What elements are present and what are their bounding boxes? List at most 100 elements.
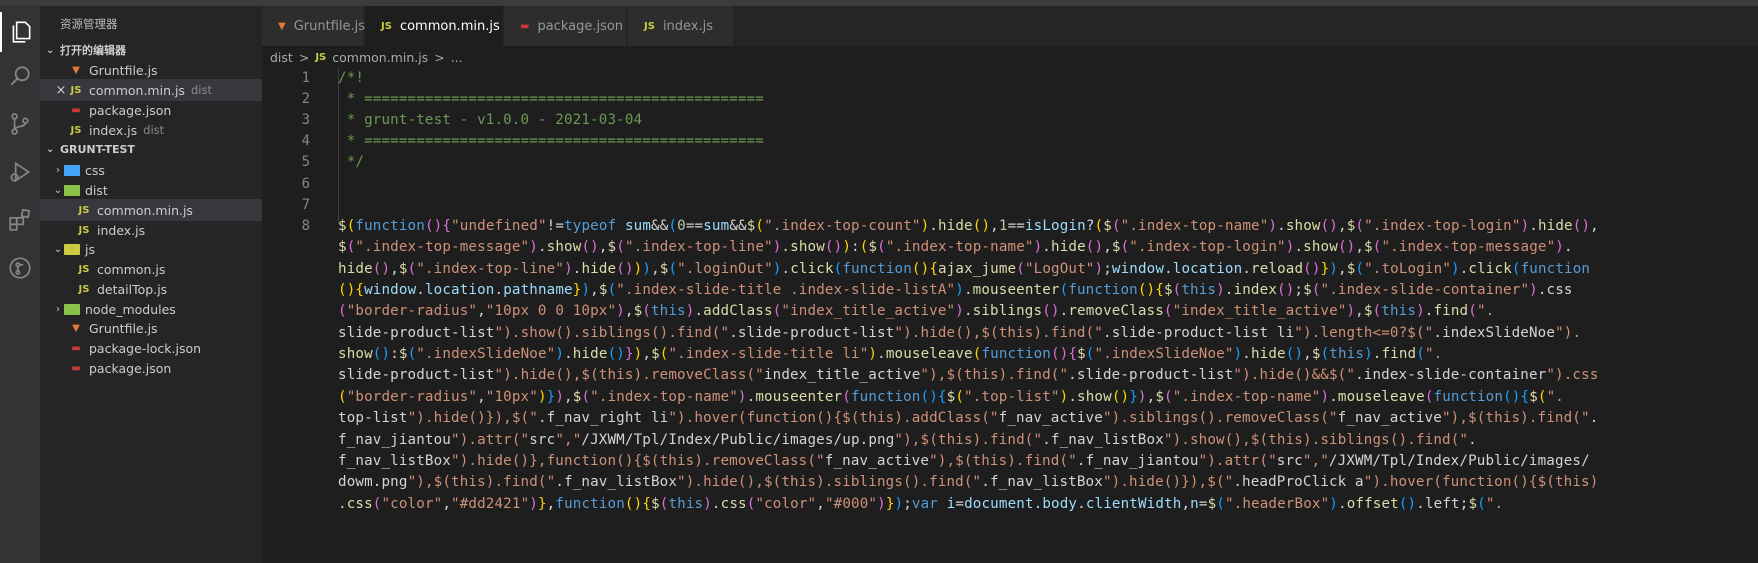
chevron-right-icon: › [56,303,60,315]
tree-item-label: css [85,162,105,178]
breadcrumb-file[interactable]: common.min.js [332,50,428,65]
breadcrumb-more[interactable]: ... [451,50,463,65]
line-number: 3 [301,112,310,128]
grunt-icon: ▼ [72,322,80,334]
breadcrumb-separator: > [298,49,310,65]
tab-label: common.min.js [399,18,500,34]
code-editor[interactable]: /*! * ==================================… [338,68,1758,563]
tab-gruntfile[interactable]: ▼ Gruntfile.js [262,6,366,46]
source-control-icon[interactable] [0,104,40,144]
grunt-icon: ▼ [72,64,80,76]
code-line: hide(),$(".index-top-line").hide())),$("… [338,260,1591,277]
code-line: ("border-radius","10px")}),$(".index-top… [338,388,1564,405]
tree-item-label: index.js [97,222,146,238]
open-editor-label: Gruntfile.js [89,62,158,78]
js-icon: JS [78,204,90,216]
open-editors-label: 打开的编辑器 [60,44,126,57]
json-icon: ▬ [71,362,81,374]
tab-label: Gruntfile.js [293,18,366,34]
sidebar-title: 资源管理器 [60,17,118,31]
chevron-down-icon: ⌄ [46,143,55,155]
breadcrumb: dist > JS common.min.js > ... [270,46,469,68]
tab-package-json[interactable]: ▬ package.json [504,6,627,46]
tree-file-common-js[interactable]: JS common.js [40,258,262,280]
open-editor-label: index.js [89,122,138,138]
tab-common-min-js[interactable]: JS common.min.js × [365,6,521,46]
js-icon: JS [78,263,90,275]
code-line: dowm.png"),$(this).find(".f_nav_listBox"… [338,474,1599,491]
tree-item-label: common.min.js [97,202,193,218]
json-icon: ▬ [71,342,81,354]
code-line: show():$(".indexSlideNoe").hide()}),$(".… [338,346,1443,363]
js-icon: JS [70,84,82,96]
js-icon: JS [644,20,655,32]
code-line: f_nav_listBox").hide()},function(){$(thi… [338,452,1590,469]
line-number: 5 [301,154,310,170]
code-line: f_nav_jiantou").attr("src","/JXWM/Tpl/In… [338,431,1477,448]
open-editor-common-min-js[interactable]: × JS common.min.js dist [40,79,262,101]
open-editor-desc: dist [190,83,212,97]
js-icon: JS [78,283,90,295]
tree-item-label: package.json [89,360,172,376]
tree-file-detailtop-js[interactable]: JS detailTop.js [40,278,262,300]
open-editor-label: common.min.js [89,82,185,98]
git-lens-icon[interactable] [0,248,40,288]
explorer-icon[interactable] [0,12,40,52]
folder-icon [64,303,80,315]
folder-open-icon [64,184,80,196]
tree-file-package-json[interactable]: ▬ package.json [40,357,262,379]
tree-folder-css[interactable]: › css [40,159,262,181]
js-icon: JS [381,20,392,32]
explorer-sidebar: 资源管理器 ⌄ 打开的编辑器 ▼ Gruntfile.js × JS commo… [40,6,262,563]
tree-item-label: detailTop.js [97,281,168,297]
extensions-icon[interactable] [0,200,40,240]
line-number: 7 [301,197,310,213]
project-label: GRUNT-TEST [60,142,135,156]
open-editor-desc: dist [143,123,165,137]
tab-label: package.json [537,18,624,34]
chevron-down-icon: ⌄ [46,44,55,56]
editor-tabs: ▼ Gruntfile.js JS common.min.js × ▬ pack… [262,6,1758,46]
breadcrumb-separator: > [434,49,445,65]
breadcrumb-folder[interactable]: dist [270,50,293,65]
tree-file-package-lock-json[interactable]: ▬ package-lock.json [40,337,262,359]
tab-label: index.js [662,18,714,34]
tree-folder-dist[interactable]: ⌄ dist [40,179,262,201]
tree-item-label: node_modules [85,301,176,317]
tree-file-common-min-js[interactable]: JS common.min.js [40,199,262,221]
code-line: .css("color","#dd2421")},function(){$(th… [338,495,1504,512]
code-line: * ======================================… [338,91,764,107]
code-line: slide-product-list").hide(),$(this).remo… [338,367,1599,384]
code-line: $(".index-top-message").show(),$(".index… [338,239,1573,256]
open-editors-header[interactable]: ⌄ 打开的编辑器 [40,39,262,61]
folder-open-icon [64,243,80,255]
run-debug-icon[interactable] [0,152,40,192]
json-icon: ▬ [71,104,81,116]
code-line: ("border-radius","10px 0 0 10px"),$(this… [338,303,1495,320]
open-editor-package-json[interactable]: ▬ package.json [40,99,262,121]
code-line: $(function(){"undefined"!=typeof sum&&(0… [338,218,1599,234]
activity-bar [0,6,40,563]
tree-item-label: dist [85,182,108,198]
code-line: * grunt-test - v1.0.0 - 2021-03-04 [338,112,643,128]
search-icon[interactable] [0,56,40,96]
code-line: top-list").hide()}),$(".f_nav_right li")… [338,410,1599,427]
line-number: 1 [301,70,310,86]
json-icon: ▬ [520,20,530,32]
code-line: */ [338,154,365,170]
close-icon[interactable]: × [54,83,68,98]
line-number: 4 [301,133,310,149]
line-number: 8 [301,218,310,234]
tree-item-label: js [85,241,95,257]
code-line: (){window.location.pathname}),$(".index-… [338,282,1573,299]
code-line: * ======================================… [338,133,764,149]
tree-folder-js[interactable]: ⌄ js [40,238,262,260]
project-header[interactable]: ⌄ GRUNT-TEST [40,138,262,160]
tree-item-label: package-lock.json [89,340,202,356]
code-line: /*! [338,70,365,86]
tree-file-gruntfile[interactable]: ▼ Gruntfile.js [40,317,262,339]
tab-index-js[interactable]: JS index.js [628,6,734,46]
open-editor-label: package.json [89,102,172,118]
open-editor-gruntfile[interactable]: ▼ Gruntfile.js [40,59,262,81]
line-number: 2 [301,91,310,107]
